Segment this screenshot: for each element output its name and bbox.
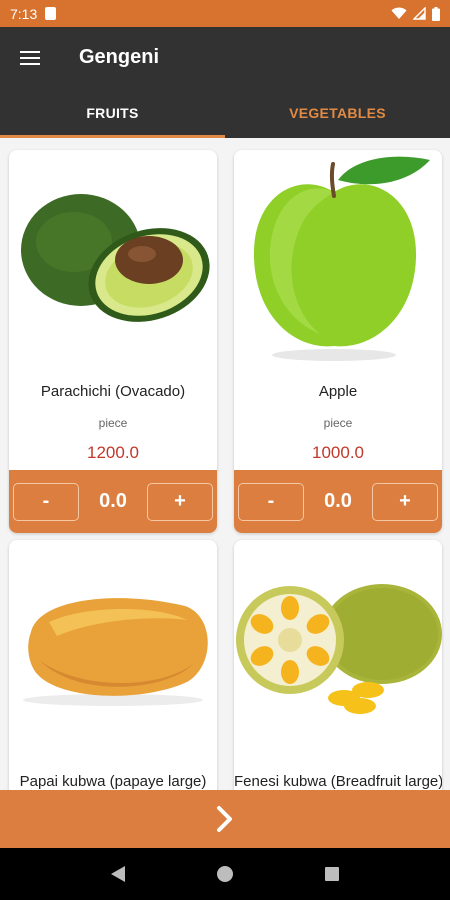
product-card[interactable]: Fenesi kubwa (Breadfruit large)	[234, 540, 442, 790]
hamburger-menu-icon	[20, 50, 40, 65]
quantity-stepper: - 0.0 +	[9, 470, 217, 533]
tab-fruits[interactable]: FRUITS	[0, 88, 225, 138]
product-name: Papai kubwa (papaye large)	[19, 773, 207, 790]
papaya-image	[23, 598, 208, 706]
product-unit: piece	[98, 416, 128, 430]
app-bar: Gengeni	[0, 27, 450, 88]
next-button[interactable]	[0, 790, 450, 848]
system-nav-bar	[0, 848, 450, 900]
product-name: Parachichi (Ovacado)	[40, 383, 186, 400]
product-card[interactable]: Papai kubwa (papaye large)	[9, 540, 217, 790]
product-name: Fenesi kubwa (Breadfruit large)	[234, 773, 442, 790]
battery-icon	[432, 6, 440, 21]
menu-button[interactable]	[0, 27, 60, 88]
product-unit: piece	[323, 416, 353, 430]
decrease-button[interactable]: -	[13, 482, 79, 521]
signal-icon	[413, 7, 426, 20]
product-price: 1000.0	[312, 443, 364, 462]
product-card[interactable]: Parachichi (Ovacado) piece 1200.0 - 0.0 …	[9, 150, 217, 533]
quantity-value: 0.0	[99, 490, 127, 512]
back-icon[interactable]	[110, 865, 126, 883]
home-icon[interactable]	[216, 865, 234, 883]
quantity-stepper: - 0.0 +	[234, 470, 442, 533]
increase-button[interactable]: +	[147, 482, 213, 521]
status-time: 7:13	[10, 5, 38, 22]
product-name: Apple	[318, 383, 358, 400]
status-bar: 7:13	[0, 0, 450, 27]
increase-button[interactable]: +	[372, 482, 438, 521]
avocado-image	[21, 194, 210, 322]
jackfruit-image	[236, 584, 442, 714]
category-tabs: FRUITS VEGETABLES	[0, 88, 450, 138]
decrease-button[interactable]: -	[238, 482, 304, 521]
product-grid: Parachichi (Ovacado) piece 1200.0 - 0.0 …	[0, 138, 450, 790]
recents-icon[interactable]	[324, 866, 340, 882]
app-title: Gengeni	[79, 46, 160, 68]
tab-vegetables[interactable]: VEGETABLES	[225, 88, 450, 138]
product-price: 1200.0	[87, 443, 139, 462]
product-card[interactable]: Apple piece 1000.0 - 0.0 +	[234, 150, 442, 533]
apple-image	[253, 156, 430, 361]
wifi-icon	[391, 7, 407, 19]
quantity-value: 0.0	[324, 490, 352, 512]
sd-card-icon	[45, 7, 57, 20]
status-icons	[391, 6, 440, 21]
chevron-right-icon	[217, 806, 232, 832]
